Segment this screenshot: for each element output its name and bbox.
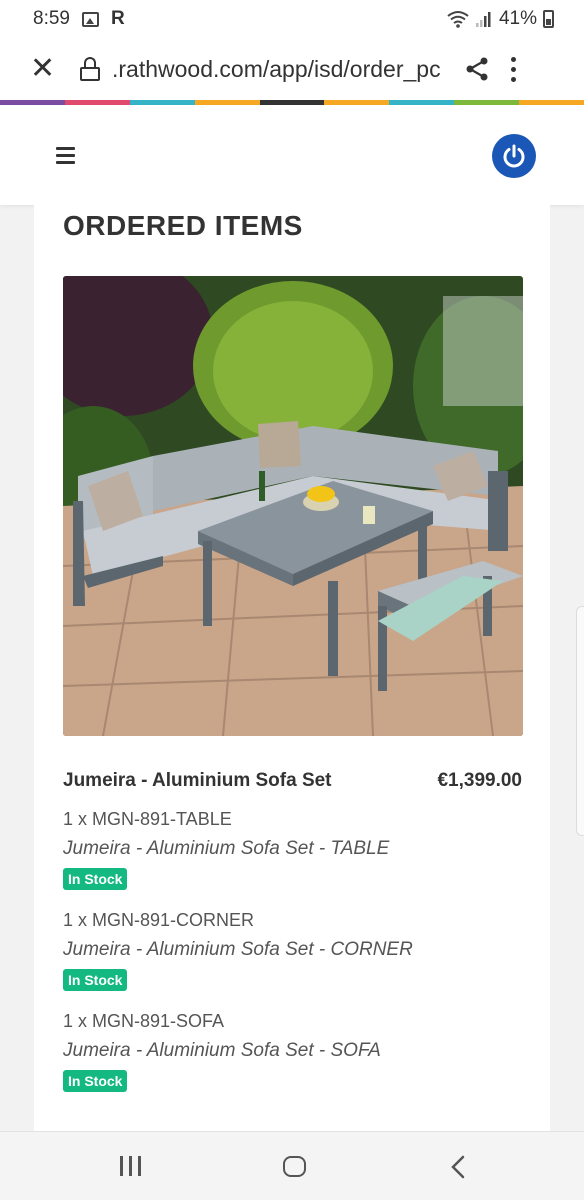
battery-percent: 41% [498, 8, 537, 29]
ordered-items-card: ORDERED ITEMS Jumeira - Aluminium Sofa S… [34, 205, 550, 1135]
in-stock-badge: In Stock [63, 868, 128, 890]
home-icon[interactable] [283, 1156, 306, 1177]
r-app-icon: R [110, 8, 125, 29]
product-name: Jumeira - Aluminium Sofa Set [63, 770, 332, 791]
order-line-item: 1 x MGN-891-SOFA Jumeira - Aluminium Sof… [63, 1011, 523, 1092]
lock-icon[interactable] [80, 57, 100, 81]
item-description: Jumeira - Aluminium Sofa Set - CORNER [63, 939, 413, 960]
product-price: €1,399.00 [437, 770, 522, 791]
close-icon[interactable]: ✕ [30, 54, 64, 84]
url-text[interactable]: .rathwood.com/app/isd/order_pc [112, 56, 442, 83]
item-description: Jumeira - Aluminium Sofa Set - TABLE [63, 838, 390, 859]
browser-url-bar: ✕ .rathwood.com/app/isd/order_pc [0, 38, 584, 100]
recent-apps-icon[interactable] [120, 1156, 141, 1176]
signal-icon [475, 12, 491, 27]
item-sku: 1 x MGN-891-TABLE [63, 809, 232, 829]
section-title: ORDERED ITEMS [63, 210, 303, 241]
hamburger-icon[interactable] [56, 147, 75, 164]
order-line-item: 1 x MGN-891-CORNER Jumeira - Aluminium S… [63, 910, 523, 991]
in-stock-badge: In Stock [63, 969, 128, 991]
gallery-icon [81, 11, 99, 27]
wifi-icon [447, 11, 469, 28]
battery-icon [543, 10, 554, 28]
power-symbol-icon [503, 144, 525, 168]
scrollbar[interactable] [576, 606, 584, 836]
order-line-item: 1 x MGN-891-TABLE Jumeira - Aluminium So… [63, 809, 523, 890]
app-header [0, 105, 584, 205]
more-vert-icon[interactable] [510, 56, 516, 82]
product-image [63, 276, 523, 736]
power-icon[interactable] [492, 134, 536, 178]
in-stock-badge: In Stock [63, 1070, 128, 1092]
status-time: 8:59 [33, 8, 70, 29]
system-nav-bar [0, 1131, 584, 1200]
back-icon[interactable] [450, 1154, 466, 1180]
share-icon[interactable] [464, 56, 490, 82]
status-bar: 8:59 R 41% [0, 0, 584, 38]
item-sku: 1 x MGN-891-CORNER [63, 910, 255, 930]
item-sku: 1 x MGN-891-SOFA [63, 1011, 225, 1031]
item-description: Jumeira - Aluminium Sofa Set - SOFA [63, 1040, 381, 1061]
